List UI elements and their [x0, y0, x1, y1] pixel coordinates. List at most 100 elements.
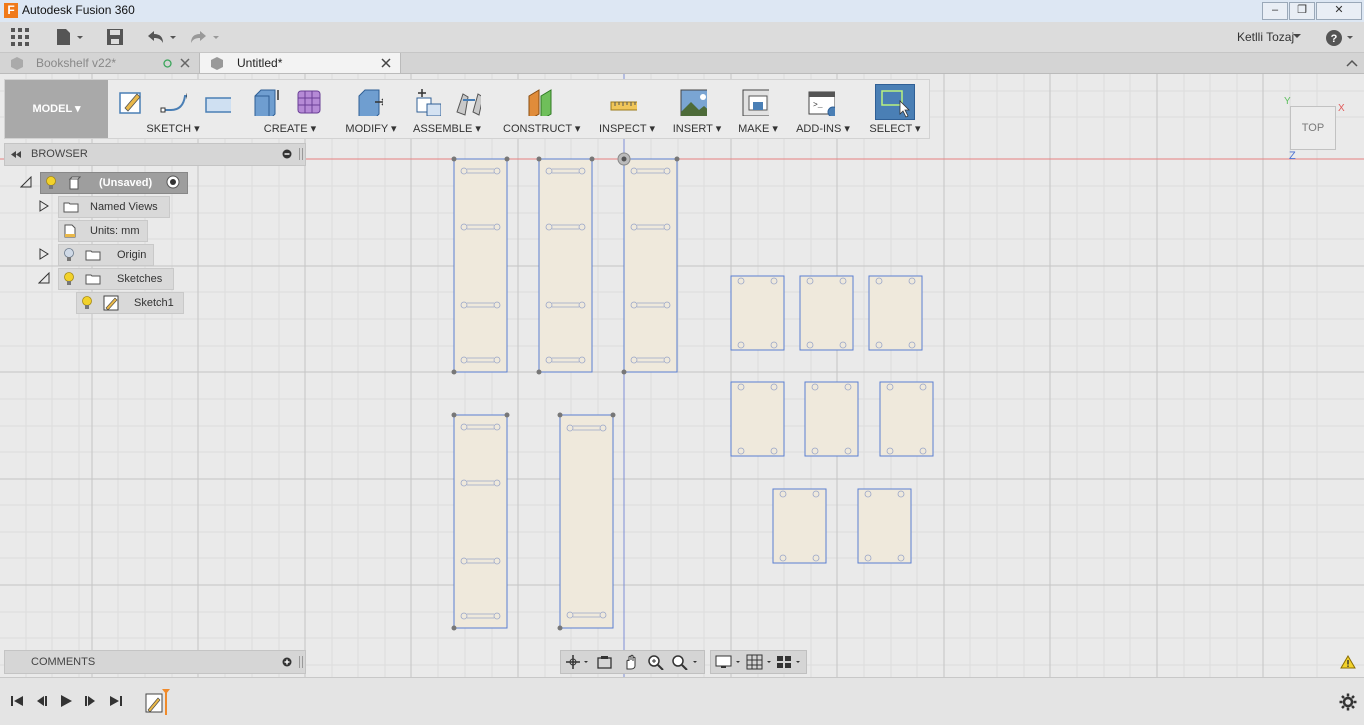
- create-group[interactable]: CREATE ▾: [245, 80, 335, 138]
- make-group[interactable]: MAKE ▾: [731, 80, 785, 138]
- offset-plane-icon[interactable]: [525, 86, 553, 116]
- tab-bookshelf[interactable]: Bookshelf v22*: [0, 53, 197, 73]
- viewcube[interactable]: TOP: [1290, 106, 1336, 150]
- insert-group[interactable]: INSERT ▾: [669, 80, 725, 138]
- activate-radio-icon[interactable]: [166, 175, 180, 189]
- go-to-end-icon[interactable]: [109, 694, 123, 708]
- collapse-chevron-up-icon[interactable]: [1346, 58, 1358, 68]
- save-icon[interactable]: [106, 28, 124, 46]
- look-at-icon[interactable]: [596, 654, 614, 670]
- pan-icon[interactable]: [622, 653, 640, 671]
- minimize-button[interactable]: –: [1262, 2, 1288, 20]
- go-to-start-icon[interactable]: [10, 694, 24, 708]
- 3d-print-icon[interactable]: [741, 86, 769, 116]
- assemble-group[interactable]: ASSEMBLE ▾: [411, 80, 483, 138]
- comments-resize-handle[interactable]: [299, 656, 303, 668]
- group-label-assemble[interactable]: ASSEMBLE ▾: [411, 122, 483, 135]
- saved-status-icon: [163, 59, 172, 68]
- close-tab-icon[interactable]: [381, 58, 391, 68]
- display-settings-icon[interactable]: [715, 654, 743, 670]
- browser-header[interactable]: BROWSER: [4, 143, 306, 166]
- browser-minimize-icon[interactable]: [282, 149, 292, 159]
- user-account-menu[interactable]: Ketlli Tozaj: [1237, 30, 1294, 44]
- component-icon: [68, 176, 81, 190]
- visibility-bulb-icon[interactable]: [45, 176, 57, 190]
- zoom-icon[interactable]: [647, 654, 665, 670]
- collapse-browser-icon[interactable]: [10, 150, 22, 159]
- press-pull-icon[interactable]: [355, 86, 383, 116]
- undo-icon[interactable]: [145, 28, 179, 46]
- measure-icon[interactable]: [609, 86, 637, 116]
- close-button[interactable]: ✕: [1316, 2, 1362, 20]
- scripts-icon[interactable]: >_: [807, 86, 835, 116]
- sketch-group[interactable]: SKETCH ▾: [113, 80, 233, 138]
- help-icon[interactable]: ?: [1325, 28, 1359, 48]
- visibility-bulb-off-icon[interactable]: [63, 248, 75, 262]
- folder-icon: [85, 250, 101, 261]
- navigation-bar: [560, 650, 807, 674]
- browser-item-named-views[interactable]: Named Views: [58, 196, 170, 218]
- close-tab-icon[interactable]: [180, 58, 190, 68]
- viewports-icon[interactable]: [776, 654, 804, 670]
- component-icon: [211, 57, 223, 70]
- group-label-make[interactable]: MAKE ▾: [731, 122, 785, 135]
- timeline-sketch-feature-icon[interactable]: [144, 688, 172, 718]
- redo-icon[interactable]: [188, 28, 222, 46]
- inspect-group[interactable]: INSPECT ▾: [595, 80, 659, 138]
- orbit-icon[interactable]: [565, 654, 589, 670]
- tab-untitled[interactable]: Untitled*: [199, 53, 401, 73]
- collapsed-triangle-icon[interactable]: [38, 248, 50, 260]
- browser-root-label: (Unsaved): [99, 177, 153, 189]
- browser-resize-handle[interactable]: [299, 148, 303, 160]
- restore-button[interactable]: ❐: [1289, 2, 1315, 20]
- tab-label: Untitled*: [237, 56, 283, 70]
- group-label-construct[interactable]: CONSTRUCT ▾: [503, 122, 580, 135]
- group-label-insert[interactable]: INSERT ▾: [669, 122, 725, 135]
- grid-snaps-icon[interactable]: [746, 654, 774, 670]
- select-tool-button[interactable]: [875, 84, 915, 120]
- visibility-bulb-icon[interactable]: [81, 296, 93, 310]
- new-component-icon[interactable]: [413, 86, 441, 116]
- select-group[interactable]: SELECT ▾: [867, 80, 923, 138]
- group-label-select[interactable]: SELECT ▾: [867, 122, 923, 135]
- line-icon[interactable]: [159, 86, 187, 116]
- collapsed-triangle-icon[interactable]: [38, 200, 50, 212]
- browser-item-origin[interactable]: Origin: [58, 244, 154, 266]
- window-select-icon: [881, 90, 910, 118]
- form-icon[interactable]: [293, 86, 321, 116]
- data-panel-grid-icon[interactable]: [11, 28, 29, 46]
- rectangle-icon[interactable]: [203, 86, 231, 116]
- group-label-create[interactable]: CREATE ▾: [245, 122, 335, 135]
- browser-item-units[interactable]: Units: mm: [58, 220, 148, 242]
- extrude-icon[interactable]: [251, 86, 279, 116]
- warning-icon[interactable]: [1340, 655, 1356, 669]
- workspace-switcher[interactable]: MODEL ▾: [5, 80, 108, 138]
- joint-icon[interactable]: [453, 86, 481, 116]
- timeline-settings-gear-icon[interactable]: [1339, 693, 1357, 711]
- add-ins-group[interactable]: >_ ADD-INS ▾: [793, 80, 853, 138]
- browser-item-sketch1[interactable]: Sketch1: [76, 292, 184, 314]
- folder-icon: [63, 202, 79, 213]
- create-sketch-icon[interactable]: [117, 86, 145, 116]
- fit-zoom-icon[interactable]: [671, 654, 701, 670]
- user-chevron-down-icon[interactable]: [1292, 33, 1302, 41]
- construct-group[interactable]: CONSTRUCT ▾: [503, 80, 580, 138]
- step-forward-icon[interactable]: [84, 694, 98, 708]
- visibility-bulb-icon[interactable]: [63, 272, 75, 286]
- comments-panel[interactable]: COMMENTS: [4, 650, 306, 674]
- group-label-sketch[interactable]: SKETCH ▾: [113, 122, 233, 135]
- group-label-inspect[interactable]: INSPECT ▾: [595, 122, 659, 135]
- insert-image-icon[interactable]: [679, 86, 707, 116]
- group-label-modify[interactable]: MODIFY ▾: [341, 122, 401, 135]
- modify-group[interactable]: MODIFY ▾: [341, 80, 401, 138]
- expanded-triangle-icon[interactable]: [20, 176, 32, 188]
- step-back-icon[interactable]: [34, 694, 48, 708]
- file-menu-icon[interactable]: [55, 28, 85, 46]
- sketch-panel: [730, 381, 785, 457]
- play-icon[interactable]: [59, 694, 73, 708]
- group-label-add-ins[interactable]: ADD-INS ▾: [793, 122, 853, 135]
- browser-item-sketches[interactable]: Sketches: [58, 268, 174, 290]
- expanded-triangle-icon[interactable]: [38, 272, 50, 284]
- add-comment-icon[interactable]: [282, 657, 292, 667]
- fusion-logo-icon: F: [4, 3, 18, 18]
